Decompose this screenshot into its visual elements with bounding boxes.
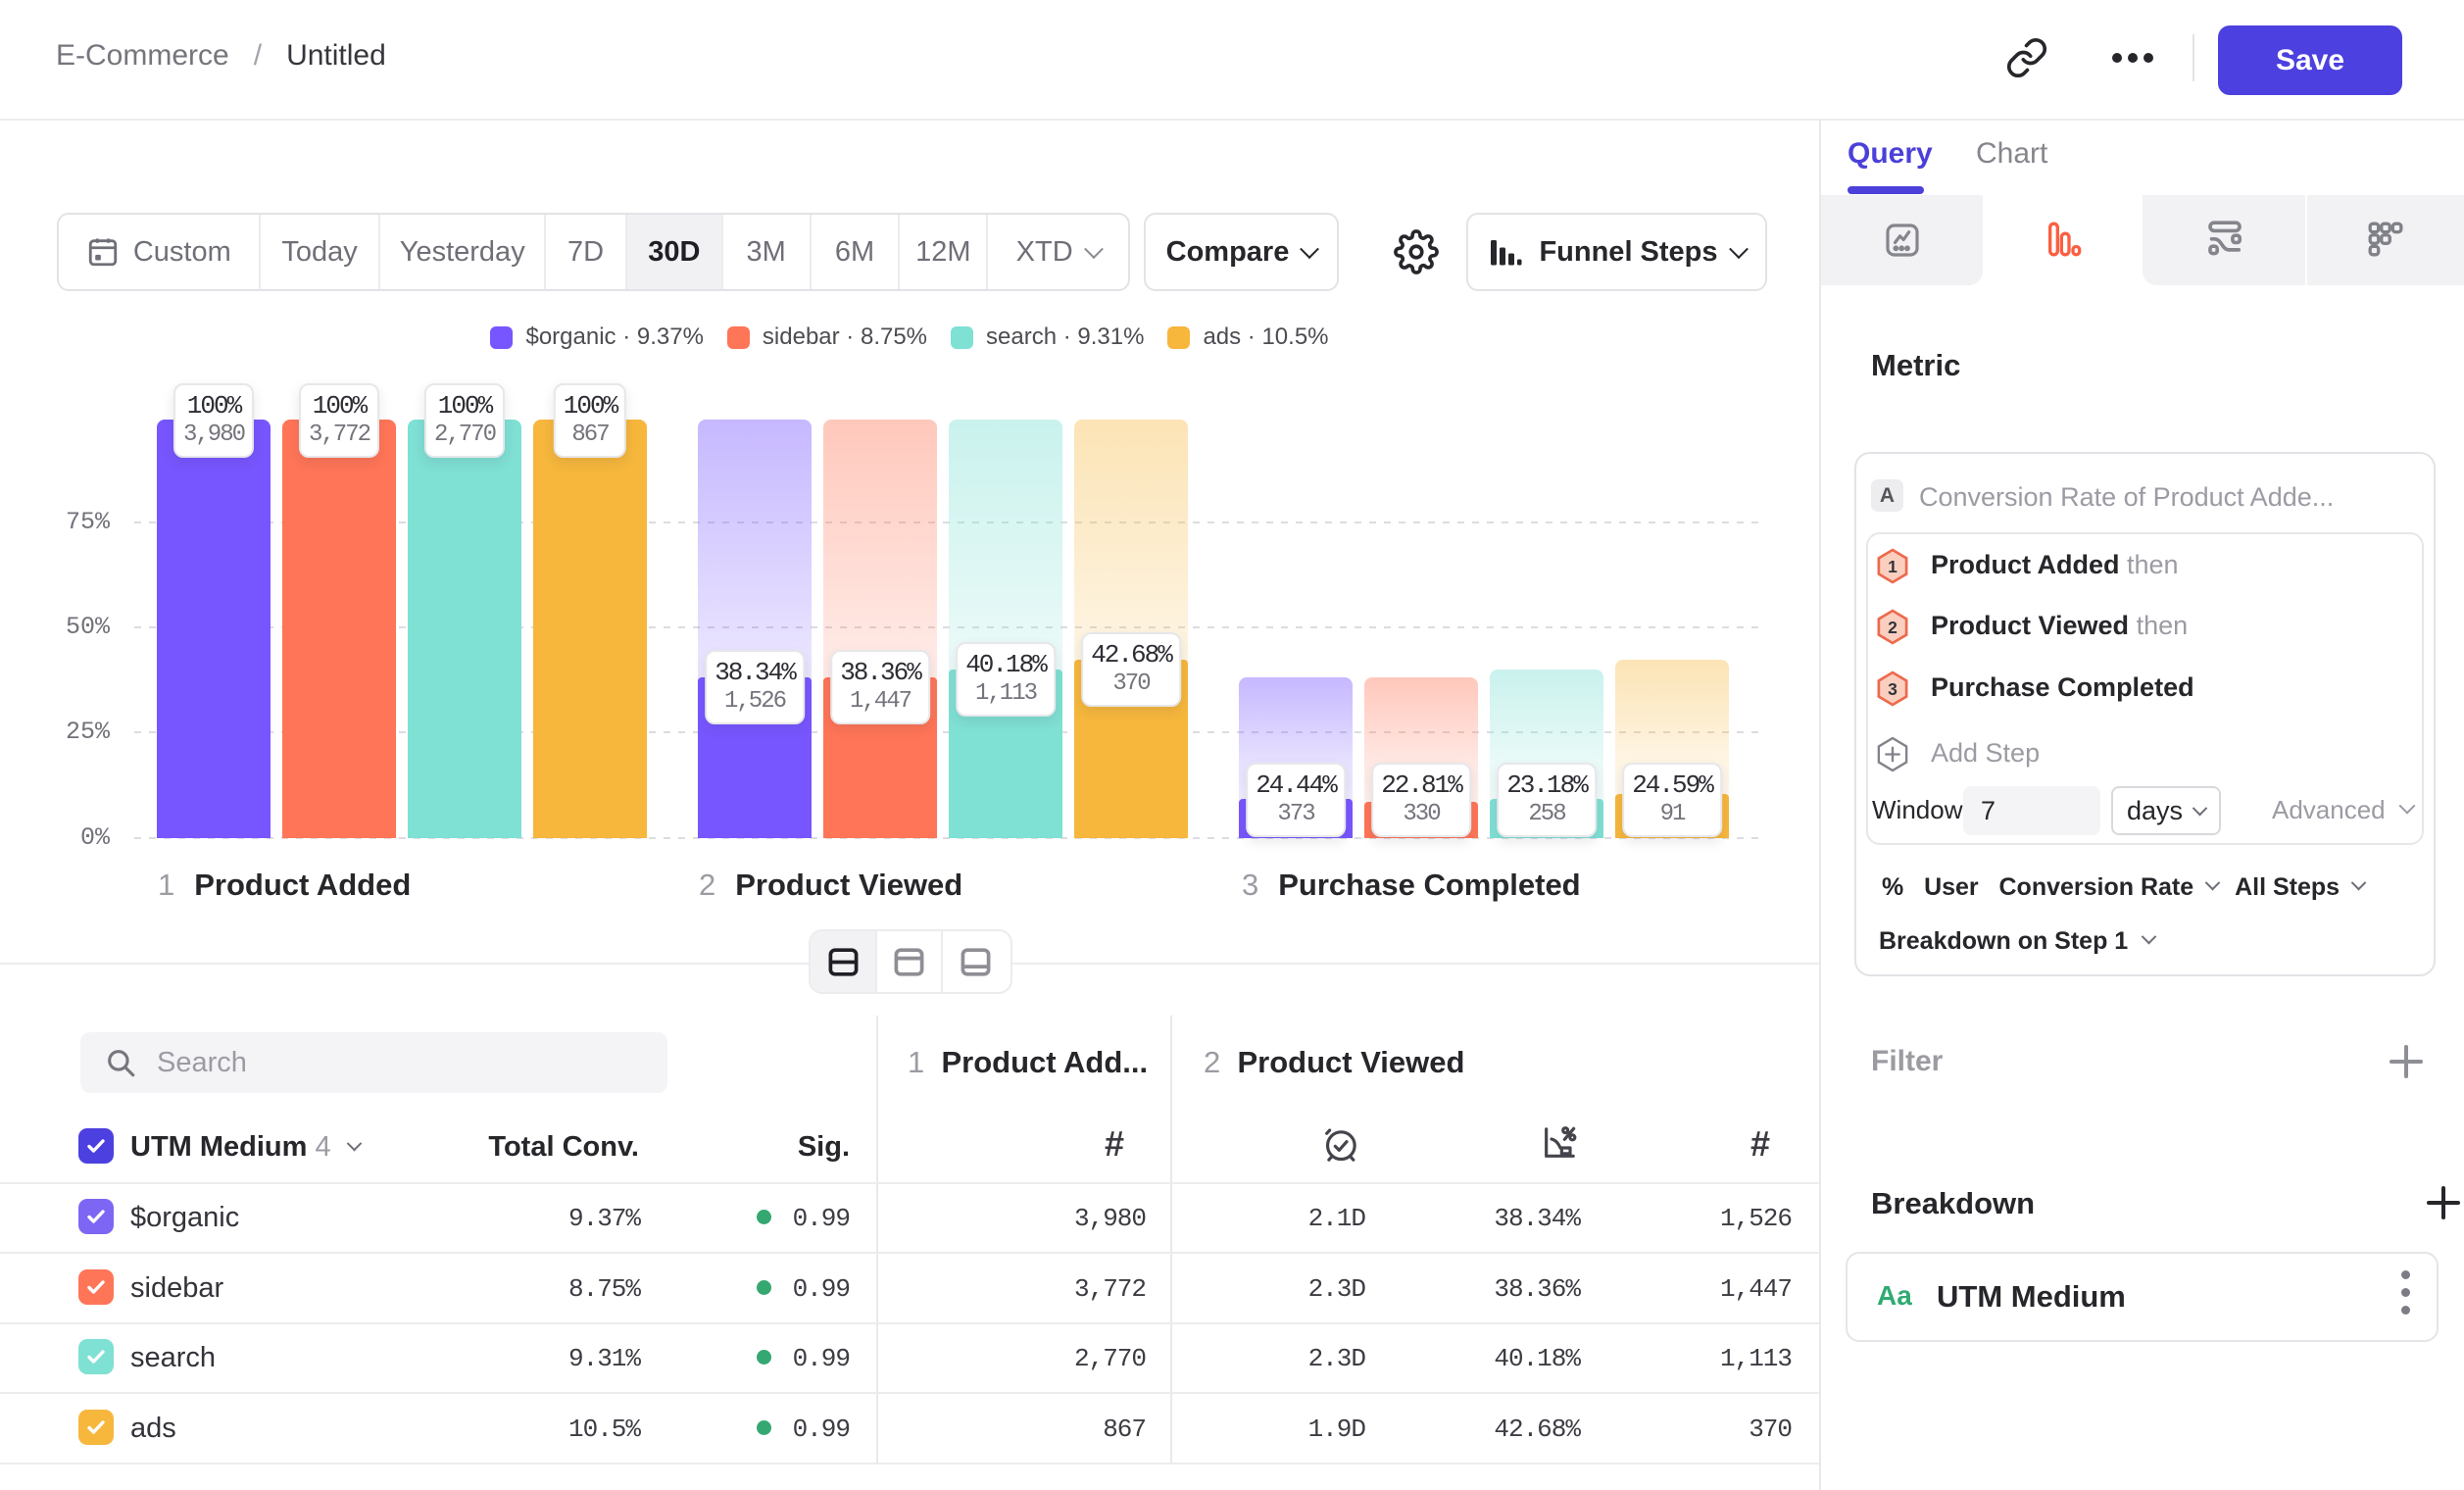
svg-text:2: 2 — [1888, 618, 1897, 637]
svg-text:1: 1 — [1888, 557, 1897, 576]
svg-text:3: 3 — [1888, 679, 1897, 699]
